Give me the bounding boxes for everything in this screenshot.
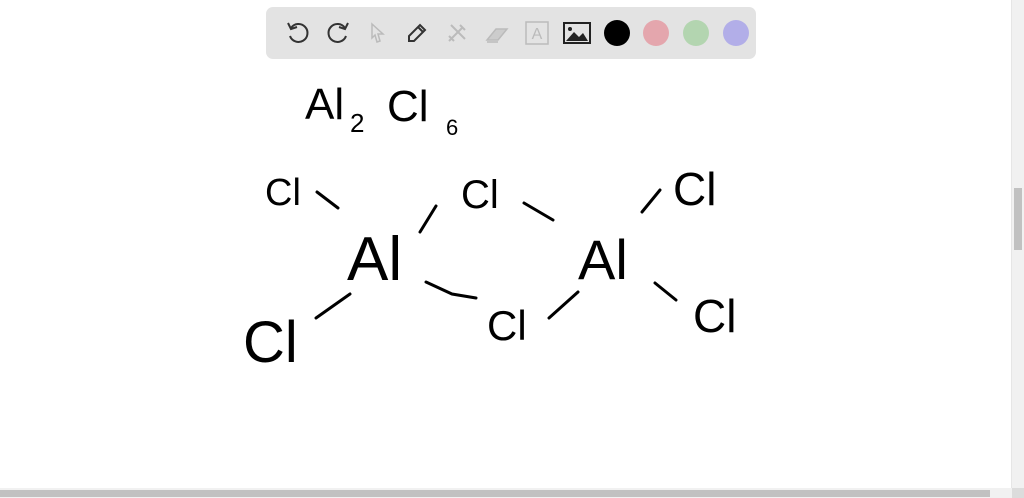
bond [640,188,662,214]
atom-al-left: Al [347,225,402,294]
bond [522,201,555,222]
bond [547,290,580,320]
formula-sub-6: 6 [446,115,458,140]
bond [653,281,678,302]
atom-cl-bottom-right: Cl [693,290,736,342]
atom-al-right: Al [578,228,628,291]
drawing-canvas[interactable]: Al 2 Cl 6 Cl Cl Cl Al Al Cl Cl Cl [0,0,1012,488]
formula-cl: Cl [387,82,429,131]
formula-al: Al [305,80,344,129]
atom-cl-bridge-top: Cl [461,173,499,217]
atom-cl-bottom-left: Cl [243,310,298,375]
horizontal-scroll-thumb[interactable] [0,490,990,497]
vertical-scrollbar[interactable] [1011,0,1024,488]
structure-atoms: Cl Cl Cl Al Al Cl Cl Cl [243,163,736,375]
atom-cl-top-right: Cl [673,163,716,215]
scrollbar-corner [1012,488,1024,498]
horizontal-scrollbar[interactable] [0,488,1012,498]
formula-al2cl6: Al 2 Cl 6 [305,80,458,140]
formula-sub-2: 2 [350,108,364,138]
bond [314,292,352,320]
bond [424,280,478,300]
atom-cl-bridge-bottom: Cl [487,302,527,349]
bond [315,190,340,210]
atom-cl-top-left: Cl [265,172,301,214]
bond [418,204,438,234]
vertical-scroll-thumb[interactable] [1014,188,1022,250]
